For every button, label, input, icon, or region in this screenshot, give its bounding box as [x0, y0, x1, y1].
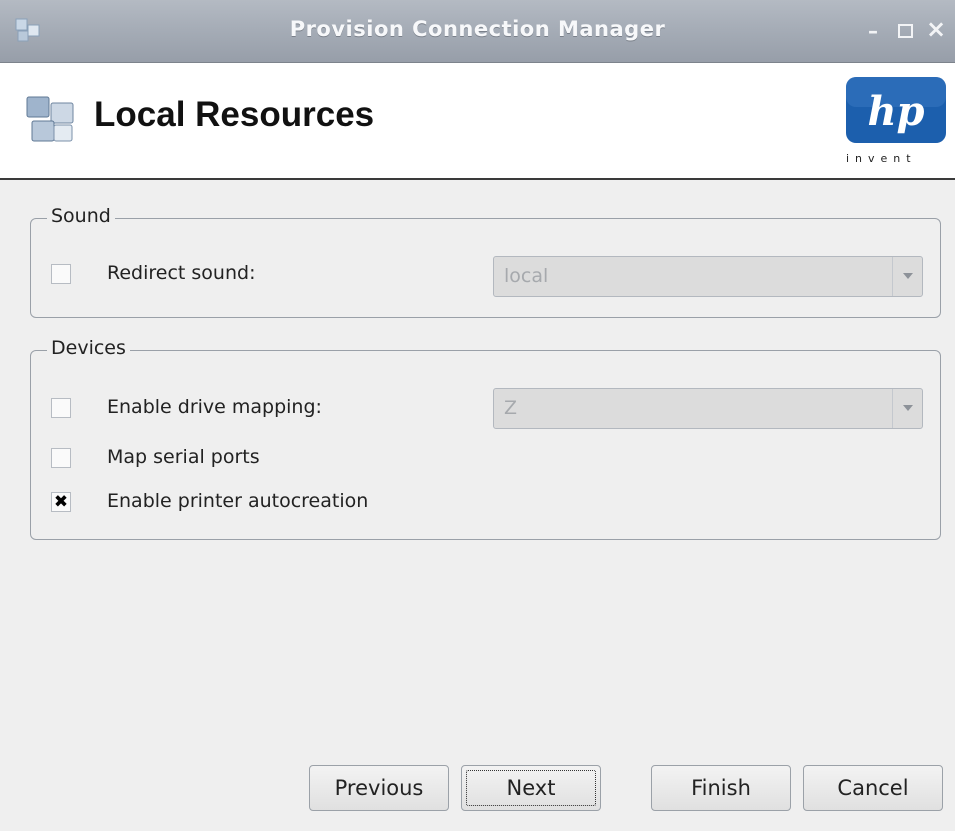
hp-logo: hp [846, 77, 946, 143]
sound-group: Sound Redirect sound: local [30, 205, 941, 318]
serial-ports-checkbox[interactable] [51, 448, 71, 468]
finish-button[interactable]: Finish [651, 765, 791, 811]
minimize-icon[interactable]: – [868, 20, 878, 42]
drive-letter-select[interactable]: Z [493, 388, 923, 429]
window-title: Provision Connection Manager [289, 17, 666, 41]
cancel-button[interactable]: Cancel [803, 765, 943, 811]
page-header: Local Resources hp invent [0, 63, 955, 180]
printer-autocreation-checkbox[interactable]: ✖ [51, 492, 71, 512]
page-title: Local Resources [94, 95, 375, 134]
printer-autocreation-label: Enable printer autocreation [107, 490, 369, 512]
redirect-sound-checkbox[interactable] [51, 264, 71, 284]
devices-legend: Devices [47, 337, 130, 359]
redirect-sound-value: local [504, 265, 549, 287]
logo-tagline: invent [846, 152, 917, 165]
drive-letter-value: Z [504, 397, 518, 419]
focus-ring [466, 770, 596, 806]
drive-mapping-checkbox[interactable] [51, 398, 71, 418]
maximize-icon[interactable] [898, 24, 913, 38]
chevron-down-icon[interactable] [892, 257, 922, 296]
previous-button[interactable]: Previous [309, 765, 449, 811]
sound-legend: Sound [47, 205, 115, 227]
chevron-down-icon[interactable] [892, 389, 922, 428]
printer-autocreation-row: ✖ Enable printer autocreation [51, 490, 931, 520]
serial-ports-label: Map serial ports [107, 446, 260, 468]
close-icon[interactable]: × [926, 17, 946, 41]
redirect-sound-select[interactable]: local [493, 256, 923, 297]
devices-group: Devices Enable drive mapping: Z Map seri… [30, 337, 941, 540]
redirect-sound-label: Redirect sound: [107, 262, 256, 284]
local-resources-icon [26, 96, 74, 142]
svg-text:hp: hp [867, 88, 924, 135]
serial-ports-row: Map serial ports [51, 446, 931, 476]
next-button[interactable]: Next [461, 765, 601, 811]
drive-mapping-label: Enable drive mapping: [107, 396, 322, 418]
title-bar[interactable]: Provision Connection Manager – × [0, 0, 955, 63]
